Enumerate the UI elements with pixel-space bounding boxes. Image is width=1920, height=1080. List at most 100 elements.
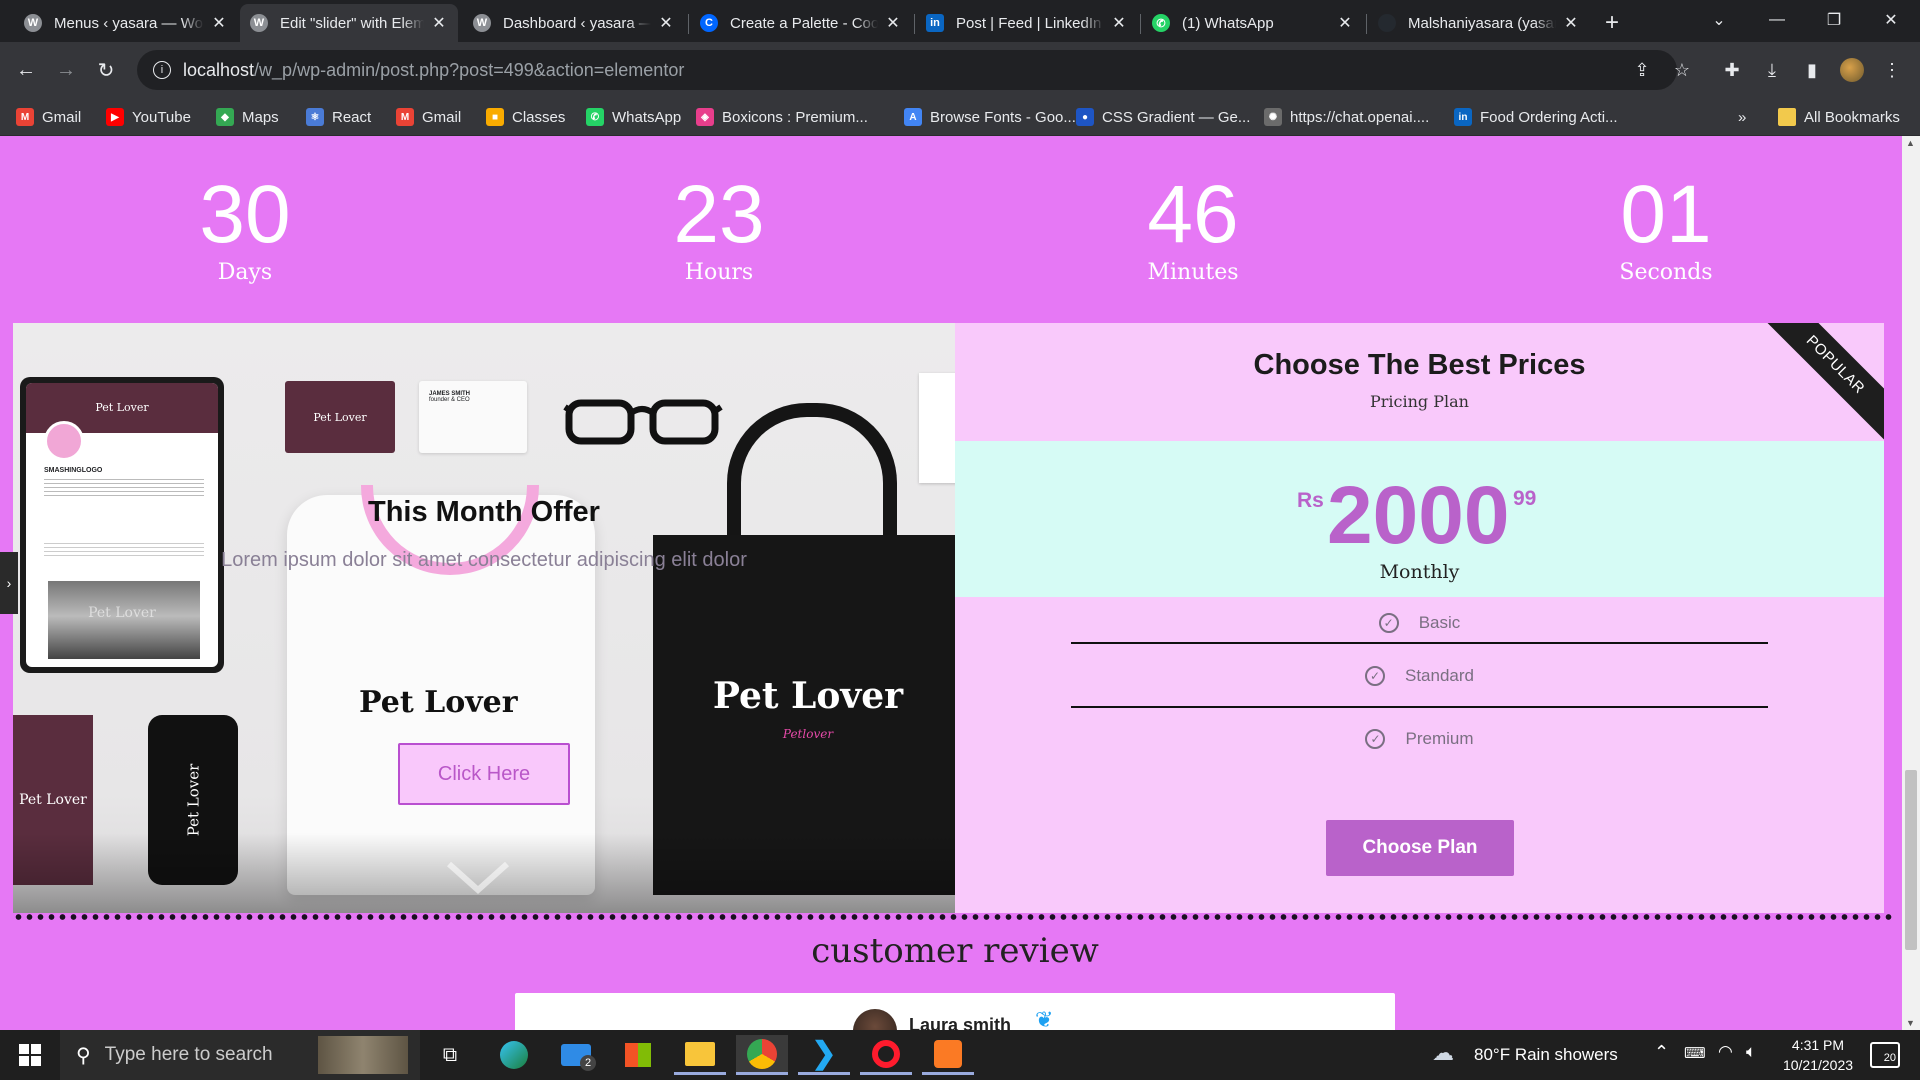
bookmark-item[interactable]: A Browse Fonts - Goo... — [904, 106, 1076, 128]
weather-icon[interactable]: ☁ — [1432, 1040, 1454, 1066]
close-tab-icon[interactable]: ✕ — [657, 13, 675, 33]
google-fonts-icon: A — [904, 108, 922, 126]
chrome-icon[interactable] — [736, 1035, 788, 1075]
reload-icon[interactable]: ↻ — [90, 54, 122, 86]
file-explorer-icon[interactable] — [674, 1035, 726, 1075]
notification-count: 20 — [1883, 1052, 1896, 1064]
tab-title: Edit "slider" with Elementor — [280, 14, 424, 32]
countdown-label: Days — [217, 260, 273, 285]
browser-tab[interactable]: C Create a Palette - Coolors ✕ — [690, 4, 912, 42]
browser-tab[interactable]: W Dashboard ‹ yasara — WordPress ✕ — [463, 4, 685, 42]
close-tab-icon[interactable]: ✕ — [1562, 13, 1580, 33]
bookmark-star-icon[interactable]: ☆ — [1668, 56, 1696, 84]
tab-search-icon[interactable]: ⌄ — [1690, 0, 1748, 40]
scroll-down-icon[interactable]: ▼ — [1906, 1018, 1915, 1028]
pricing-card: Choose The Best Prices Pricing Plan POPU… — [955, 323, 1884, 913]
side-panel-icon[interactable]: ▮ — [1798, 56, 1826, 84]
menu-kebab-icon[interactable]: ⋮ — [1878, 56, 1906, 84]
address-bar[interactable]: i localhost/w_p/wp-admin/post.php?post=4… — [137, 50, 1677, 90]
extensions-icon[interactable]: ✚ — [1718, 56, 1746, 84]
browser-tab[interactable]: in Post | Feed | LinkedIn ✕ — [916, 4, 1138, 42]
close-tab-icon[interactable]: ✕ — [1110, 13, 1128, 33]
bookmark-item[interactable]: ◆ Maps — [216, 106, 279, 128]
browser-tab[interactable]: ✆ (1) WhatsApp ✕ — [1142, 4, 1364, 42]
countdown-label: Hours — [684, 260, 754, 285]
chevron-down-icon[interactable] — [443, 858, 513, 898]
bookmark-label: WhatsApp — [612, 108, 682, 126]
wordpress-icon: W — [250, 14, 268, 32]
bookmark-label: Gmail — [42, 108, 82, 126]
all-bookmarks-button[interactable]: All Bookmarks — [1778, 106, 1900, 128]
site-info-icon[interactable]: i — [153, 61, 171, 79]
bookmark-item[interactable]: ▶ YouTube — [106, 106, 191, 128]
panel-toggle-icon[interactable]: › — [0, 552, 18, 614]
bookmark-item[interactable]: ✆ WhatsApp — [586, 106, 681, 128]
edge-icon[interactable] — [488, 1035, 540, 1075]
offer-text: Lorem ipsum dolor sit amet consectetur a… — [221, 549, 747, 571]
bookmark-item[interactable]: ● CSS Gradient — Ge... — [1076, 106, 1250, 128]
opera-icon[interactable] — [860, 1035, 912, 1075]
notification-center-icon[interactable]: 20 — [1870, 1042, 1900, 1068]
tote-handle — [727, 403, 897, 553]
windows-start-icon[interactable] — [4, 1035, 56, 1075]
close-tab-icon[interactable]: ✕ — [210, 13, 228, 33]
forward-icon[interactable]: → — [50, 54, 82, 86]
gmail-icon: M — [396, 108, 414, 126]
all-bookmarks-label: All Bookmarks — [1804, 108, 1900, 126]
download-icon[interactable]: ⤓ — [1758, 56, 1786, 84]
bookmark-label: YouTube — [132, 108, 191, 126]
review-card: Laura smith ❦ — [515, 993, 1395, 1030]
click-here-button[interactable]: Click Here — [398, 743, 570, 805]
reviewer-avatar — [853, 1009, 897, 1030]
store-icon[interactable] — [612, 1035, 664, 1075]
restore-icon[interactable]: ❐ — [1805, 0, 1863, 40]
bookmark-item[interactable]: ◈ Boxicons : Premium... — [696, 106, 868, 128]
url-path: /w_p/wp-admin/post.php?post=499&action=e… — [254, 59, 685, 80]
twitter-icon[interactable]: ❦ — [1035, 1007, 1053, 1030]
bookmark-item[interactable]: ⚛ React — [306, 106, 371, 128]
close-tab-icon[interactable]: ✕ — [430, 13, 448, 33]
task-view-icon[interactable]: ⧉ — [424, 1035, 476, 1075]
notebook-brand: Pet Lover — [19, 792, 87, 808]
xampp-icon[interactable] — [922, 1035, 974, 1075]
glasses-image — [563, 399, 723, 445]
new-tab-button[interactable]: + — [1594, 4, 1630, 42]
feature-label: Basic — [1418, 613, 1461, 632]
bookmark-item[interactable]: ✺ https://chat.openai.... — [1264, 106, 1429, 128]
close-tab-icon[interactable]: ✕ — [1336, 13, 1354, 33]
offer-slider[interactable]: Pet Lover SMASHINGLOGO Pet Lover Pet Lov… — [13, 323, 955, 913]
bookmark-item[interactable]: M Gmail — [16, 106, 81, 128]
mail-icon[interactable]: 2 — [550, 1035, 602, 1075]
taskbar-search-box[interactable]: ⚲ Type here to search — [60, 1030, 420, 1080]
bookmarks-bar: M Gmail ▶ YouTube ◆ Maps ⚛ React M Gmail ■ Classes ✆… — [0, 98, 1920, 136]
tray-overflow-icon[interactable]: ⌃ — [1654, 1042, 1669, 1063]
language-icon[interactable]: ⌨ — [1684, 1044, 1706, 1062]
weather-text[interactable]: 80°F Rain showers — [1474, 1045, 1618, 1065]
avatar[interactable] — [1838, 56, 1866, 84]
clock[interactable]: 4:31 PM 10/21/2023 — [1768, 1035, 1868, 1075]
bookmark-item[interactable]: ■ Classes — [486, 106, 565, 128]
volume-icon[interactable]: 🔈︎ — [1746, 1042, 1756, 1062]
bookmark-item[interactable]: in Food Ordering Acti... — [1454, 106, 1618, 128]
scrollbar-thumb[interactable] — [1905, 770, 1917, 950]
browser-tab[interactable]: W Menus ‹ yasara — WordPress ✕ — [14, 4, 238, 42]
vscode-icon[interactable]: ❯ — [798, 1035, 850, 1075]
close-window-icon[interactable]: ✕ — [1862, 0, 1920, 40]
bookmarks-overflow-icon[interactable]: » — [1738, 106, 1746, 128]
share-icon[interactable]: ⇪ — [1628, 56, 1656, 84]
close-tab-icon[interactable]: ✕ — [884, 13, 902, 33]
wifi-icon[interactable]: ◠ — [1718, 1042, 1733, 1062]
countdown-label: Minutes — [1147, 260, 1239, 285]
bookmark-item[interactable]: M Gmail — [396, 106, 461, 128]
back-icon[interactable]: ← — [10, 54, 42, 86]
clock-time: 4:31 PM — [1791, 1037, 1845, 1053]
feature-basic: ✓ Basic — [1071, 604, 1768, 644]
choose-plan-button[interactable]: Choose Plan — [1326, 820, 1514, 876]
scroll-up-icon[interactable]: ▲ — [1906, 138, 1915, 148]
minimize-icon[interactable]: — — [1748, 0, 1806, 40]
price-amount: 2000 — [1327, 470, 1510, 561]
browser-tab[interactable]: Malshaniyasara (yasara) ✕ — [1368, 4, 1590, 42]
clock-date: 10/21/2023 — [1782, 1057, 1854, 1073]
bookmark-label: CSS Gradient — Ge... — [1102, 108, 1251, 126]
browser-tab-active[interactable]: W Edit "slider" with Elementor ✕ — [240, 4, 458, 42]
